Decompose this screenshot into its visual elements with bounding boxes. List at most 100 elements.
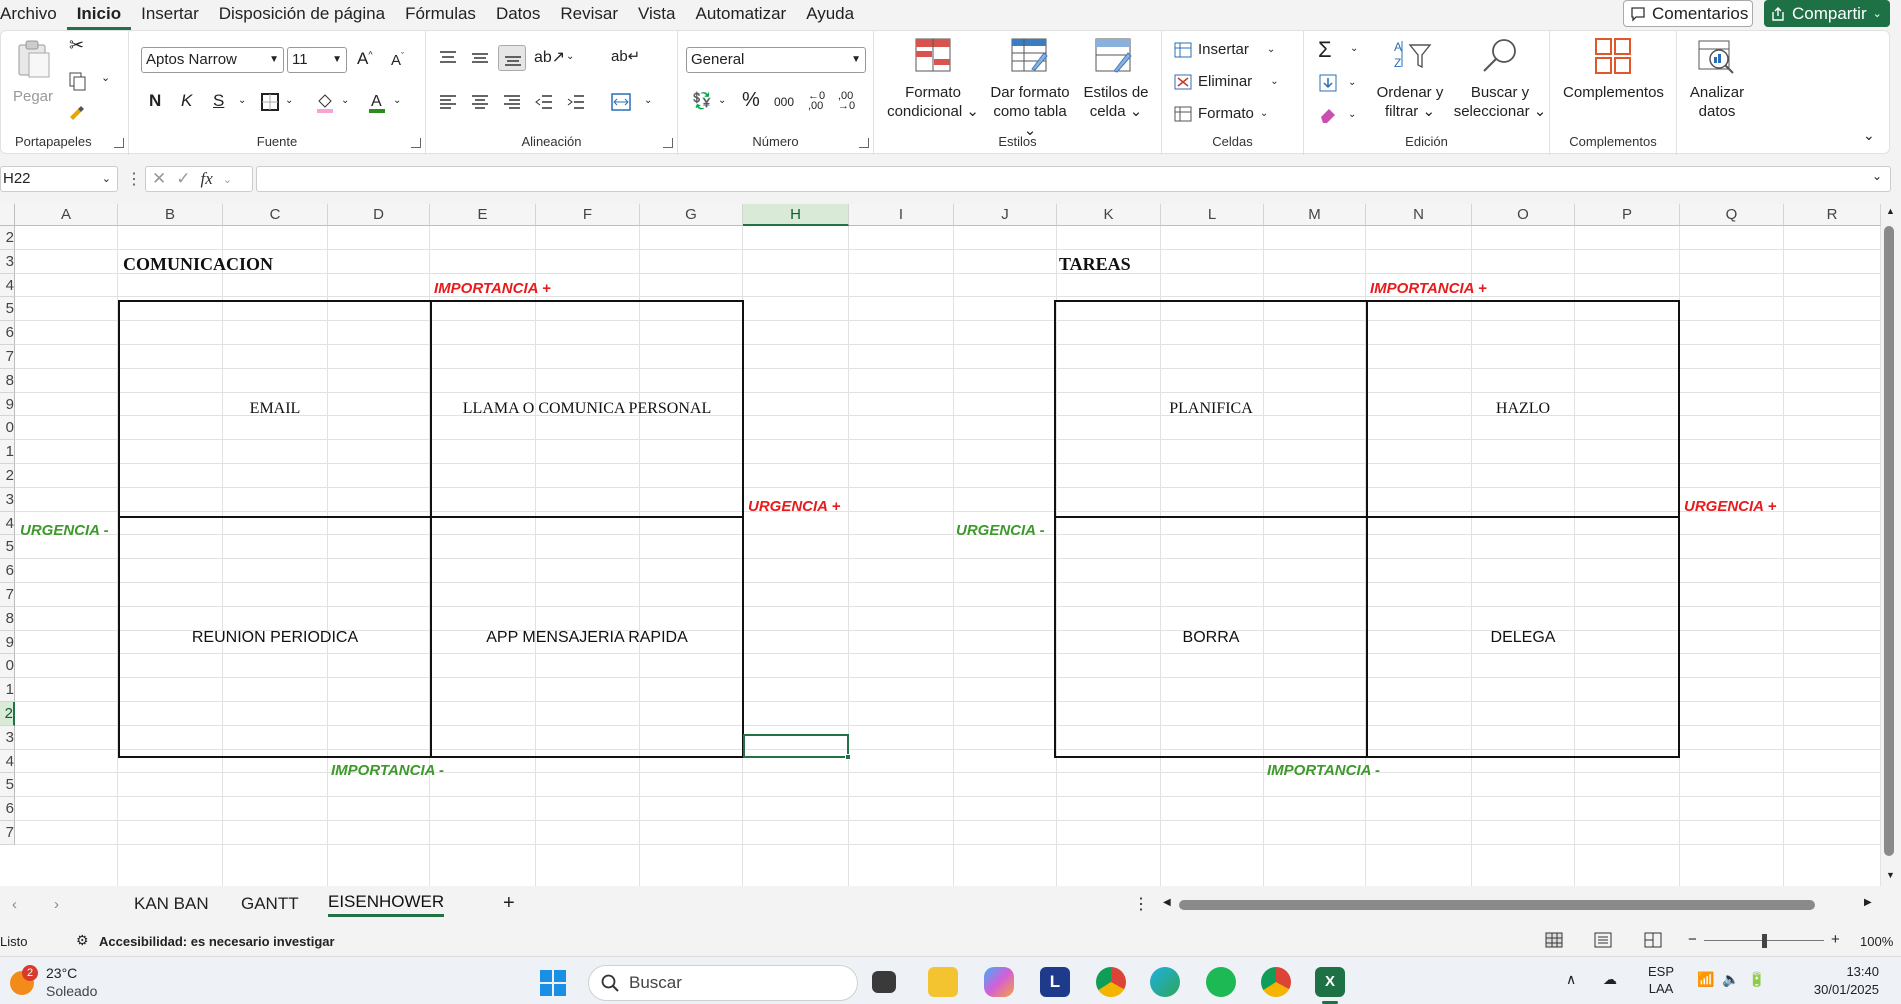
conditional-format-icon[interactable] — [914, 37, 952, 73]
sort-filter-icon[interactable]: AZ — [1392, 37, 1432, 73]
find-select-button[interactable]: Buscar y seleccionar ⌄ — [1450, 83, 1550, 121]
column-header-k[interactable]: K — [1057, 204, 1161, 226]
collapse-ribbon-icon[interactable]: ⌄ — [1863, 127, 1875, 144]
row-header[interactable]: 5 — [0, 297, 15, 322]
row-header[interactable]: 0 — [0, 654, 15, 679]
chevron-down-icon[interactable]: ⌄ — [223, 173, 232, 186]
clear-chevron-icon[interactable]: ⌄ — [1348, 109, 1356, 120]
column-header-f[interactable]: F — [536, 204, 640, 226]
merge-center-icon[interactable] — [611, 93, 631, 111]
menu-ayuda[interactable]: Ayuda — [796, 0, 864, 30]
font-launcher-icon[interactable] — [411, 138, 421, 148]
zoom-level[interactable]: 100% — [1860, 934, 1893, 949]
percent-button[interactable]: % — [742, 89, 760, 112]
number-launcher-icon[interactable] — [859, 138, 869, 148]
underline-chevron-icon[interactable]: ⌄ — [238, 95, 246, 106]
sort-filter-button[interactable]: Ordenar y filtrar ⌄ — [1362, 83, 1458, 121]
column-header-c[interactable]: C — [223, 204, 328, 226]
horizontal-scroll-thumb[interactable] — [1179, 900, 1815, 910]
paste-label[interactable]: Pegar — [11, 87, 55, 106]
row-header[interactable]: 6 — [0, 559, 15, 583]
borders-icon[interactable] — [261, 93, 279, 111]
scroll-down-icon[interactable]: ▼ — [1886, 870, 1895, 880]
hscroll-left-icon[interactable]: ◀ — [1163, 897, 1171, 908]
add-sheet-button[interactable]: + — [503, 892, 515, 915]
weather-widget[interactable]: 2 23°C Soleado — [8, 965, 118, 1001]
more-options-icon[interactable]: ⋮ — [126, 169, 142, 189]
increase-decimal-icon[interactable]: ←0,00 — [808, 91, 825, 112]
menu-formulas[interactable]: Fórmulas — [395, 0, 486, 30]
zoom-in-icon[interactable]: + — [1831, 931, 1840, 948]
column-header-l[interactable]: L — [1161, 204, 1264, 226]
number-format-select[interactable]: General ▼ — [686, 47, 866, 73]
analyze-data-icon[interactable] — [1697, 37, 1737, 75]
row-header[interactable]: 7 — [0, 583, 15, 607]
expand-formula-icon[interactable]: ⌄ — [1872, 169, 1882, 183]
align-right-icon[interactable] — [502, 93, 522, 111]
row-header[interactable]: 1 — [0, 440, 15, 464]
zoom-out-icon[interactable]: − — [1688, 931, 1697, 948]
tab-kan-ban[interactable]: KAN BAN — [134, 894, 209, 914]
row-header[interactable]: 4 — [0, 511, 15, 536]
column-header-n[interactable]: N — [1366, 204, 1472, 226]
row-header[interactable]: 3 — [0, 249, 15, 274]
task-view-icon[interactable] — [872, 971, 896, 993]
increase-indent-icon[interactable] — [566, 93, 586, 111]
addins-button[interactable]: Complementos — [1552, 83, 1675, 102]
active-cell[interactable] — [743, 734, 849, 758]
decrease-indent-icon[interactable] — [534, 93, 554, 111]
italic-button[interactable]: K — [181, 91, 192, 111]
merge-chevron-icon[interactable]: ⌄ — [644, 95, 652, 106]
bold-button[interactable]: N — [149, 91, 161, 111]
font-size-select[interactable]: 11 ▼ — [287, 47, 347, 73]
column-header-e[interactable]: E — [430, 204, 536, 226]
accessibility-icon[interactable]: ⚙ — [76, 932, 89, 949]
row-header[interactable]: 4 — [0, 273, 15, 298]
conditional-format-button[interactable]: Formato condicional ⌄ — [878, 83, 988, 121]
insert-function-icon[interactable]: fx — [201, 169, 213, 189]
copy-icon[interactable] — [67, 71, 87, 91]
cut-icon[interactable]: ✂ — [69, 35, 84, 56]
column-header-j[interactable]: J — [954, 204, 1057, 226]
clipboard-launcher-icon[interactable] — [114, 138, 124, 148]
row-header[interactable]: 8 — [0, 368, 15, 393]
row-header[interactable]: 0 — [0, 416, 15, 441]
hscroll-right-icon[interactable]: ▶ — [1864, 897, 1872, 908]
fill-color-icon[interactable] — [315, 91, 335, 113]
battery-icon[interactable]: 🔋 — [1748, 971, 1765, 988]
column-header-g[interactable]: G — [640, 204, 743, 226]
increase-font-icon[interactable]: A^ — [357, 49, 373, 69]
column-header-p[interactable]: P — [1575, 204, 1680, 226]
row-header[interactable]: 5 — [0, 535, 15, 560]
network-status-icon[interactable]: ☁ — [1603, 971, 1617, 988]
vertical-scroll-thumb[interactable] — [1884, 226, 1894, 856]
menu-automatizar[interactable]: Automatizar — [685, 0, 796, 30]
menu-insertar[interactable]: Insertar — [131, 0, 209, 30]
orientation-icon[interactable]: ab↗ — [534, 47, 565, 67]
row-header[interactable]: 7 — [0, 345, 15, 369]
analyze-data-button[interactable]: Analizar datos — [1677, 83, 1757, 121]
row-header[interactable]: 9 — [0, 392, 15, 417]
column-header-q[interactable]: Q — [1680, 204, 1784, 226]
cancel-icon[interactable]: ✕ — [152, 169, 166, 189]
excel-icon[interactable]: X — [1315, 967, 1345, 997]
prev-sheet-icon[interactable]: ‹ — [12, 896, 17, 913]
tab-eisenhower[interactable]: EISENHOWER — [328, 892, 445, 917]
menu-datos[interactable]: Datos — [486, 0, 550, 30]
row-header[interactable]: 7 — [0, 821, 15, 845]
menu-disposicion[interactable]: Disposición de página — [209, 0, 395, 30]
menu-inicio[interactable]: Inicio — [66, 0, 132, 30]
align-left-icon[interactable] — [438, 93, 458, 111]
currency-icon[interactable]: 💱 — [692, 91, 712, 111]
column-header-r[interactable]: R — [1784, 204, 1881, 226]
row-header[interactable]: 3 — [0, 487, 15, 512]
row-header[interactable]: 8 — [0, 606, 15, 631]
select-all-corner[interactable] — [0, 204, 15, 226]
worksheet-grid[interactable]: ABCDEFGHIJKLMNOPQR 234567890123456789012… — [0, 204, 1901, 886]
fill-down-icon[interactable] — [1318, 73, 1338, 93]
clear-icon[interactable] — [1318, 105, 1338, 125]
menu-archivo[interactable]: Archivo — [0, 0, 67, 30]
align-center-icon[interactable] — [470, 93, 490, 111]
accessibility-status[interactable]: Accesibilidad: es necesario investigar — [99, 934, 335, 949]
column-header-b[interactable]: B — [118, 204, 223, 226]
